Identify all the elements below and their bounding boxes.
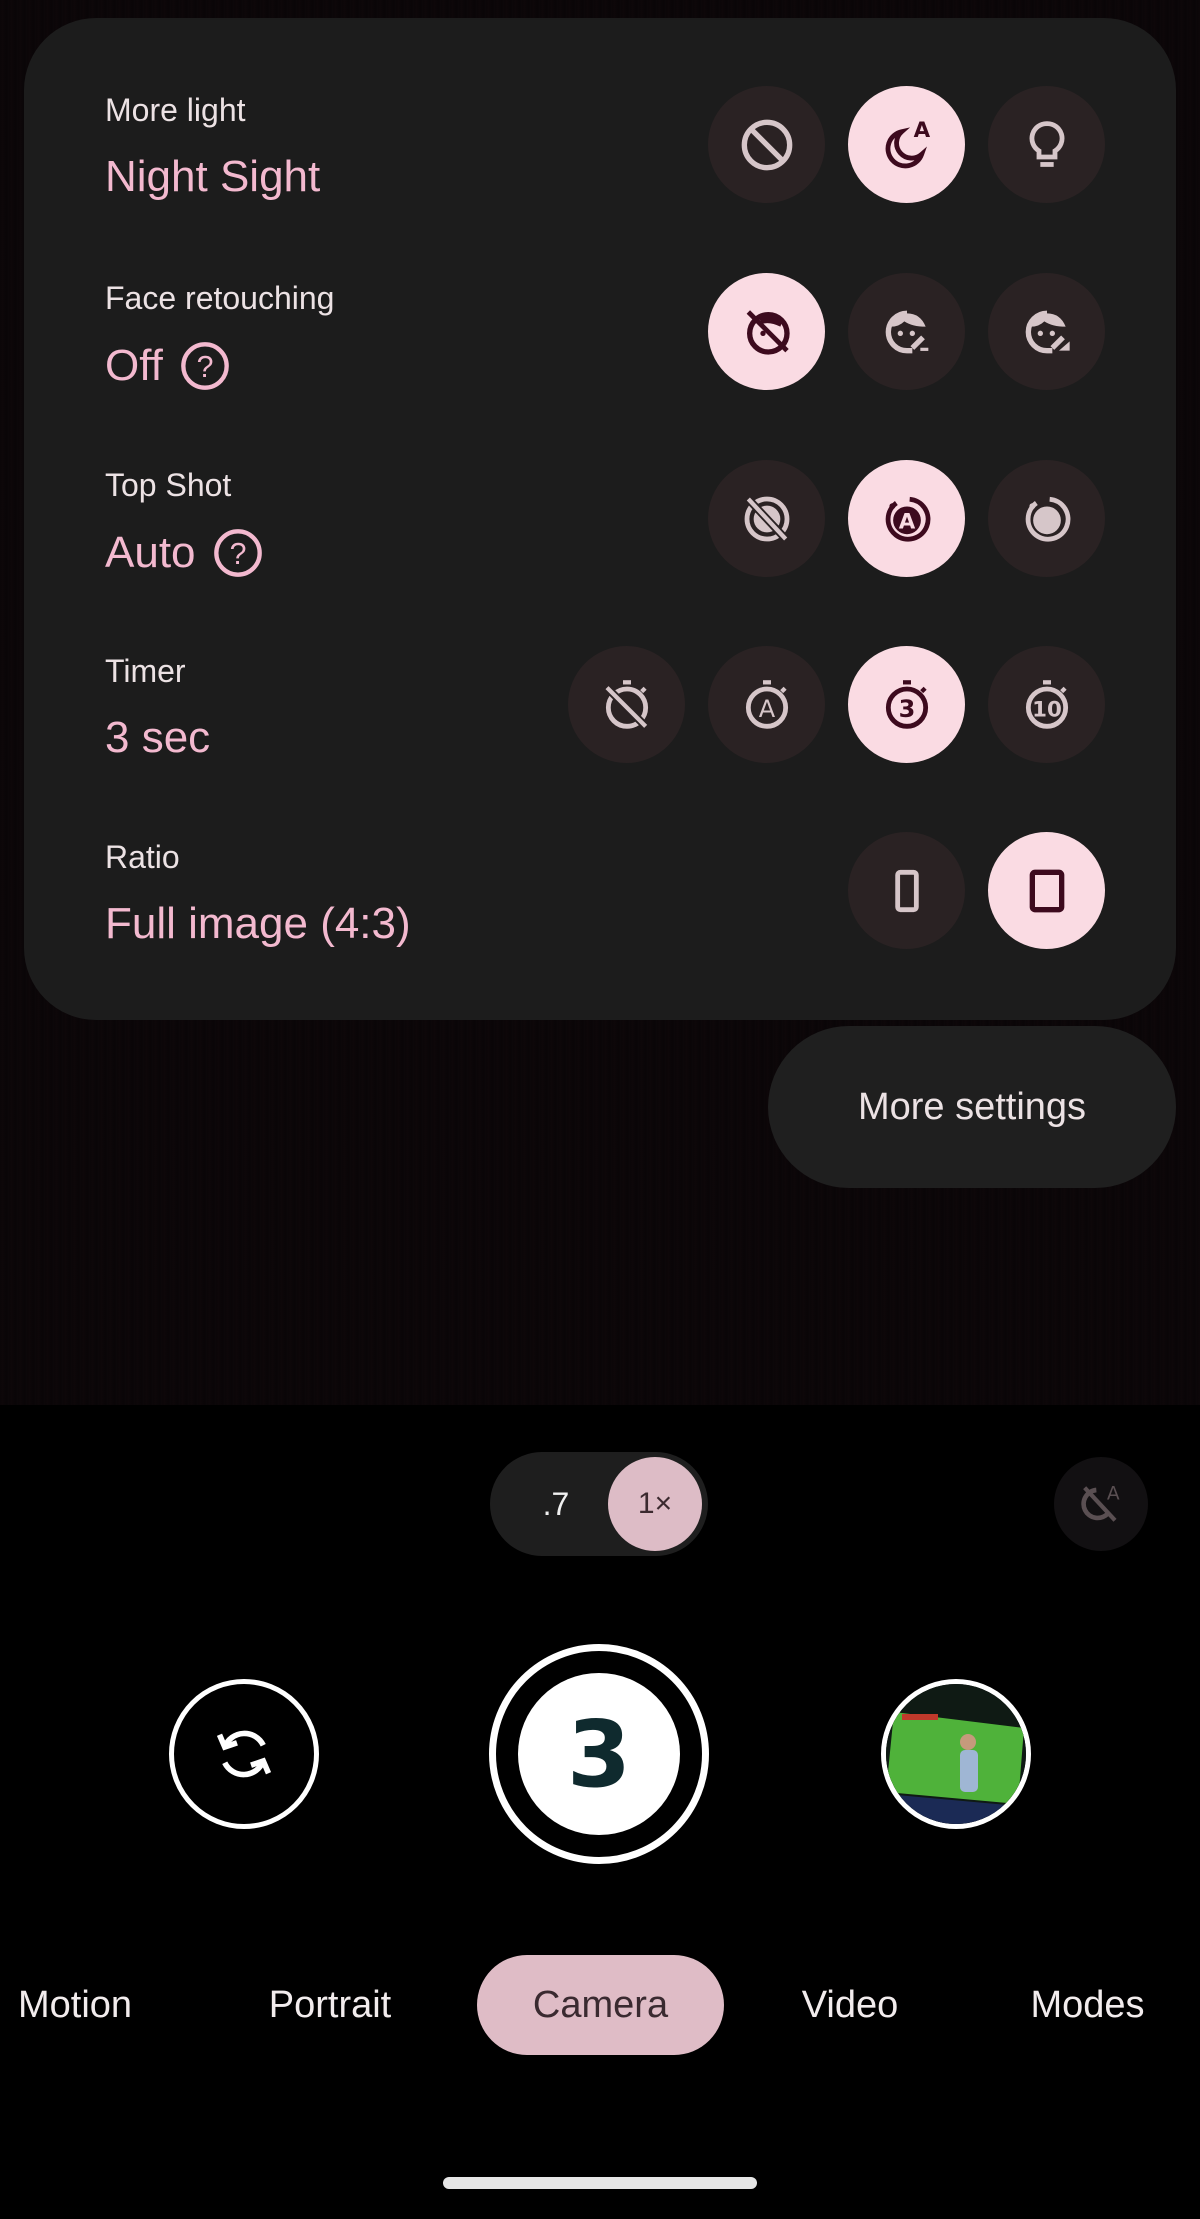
face-retouching-value: Off ?	[105, 340, 231, 392]
top-shot-value: Auto ?	[105, 527, 264, 579]
gallery-thumbnail[interactable]	[881, 1679, 1031, 1829]
svg-text:A: A	[758, 695, 775, 723]
mode-tab-camera[interactable]: Camera	[477, 1955, 724, 2055]
flip-camera-icon	[216, 1730, 272, 1778]
ratio-label: Ratio	[105, 839, 180, 875]
shutter-countdown: 3	[518, 1673, 680, 1835]
more-light-off-button[interactable]	[708, 86, 825, 203]
top-shot-auto-button[interactable]: A	[848, 460, 965, 577]
more-settings-button[interactable]: More settings	[768, 1026, 1176, 1188]
top-shot-label: Top Shot	[105, 467, 232, 503]
torch-button[interactable]	[988, 86, 1105, 203]
zoom-0.7x-button[interactable]: .7	[516, 1452, 596, 1556]
top-shot-off-button[interactable]	[708, 460, 825, 577]
face-retouching-off-icon	[746, 309, 790, 355]
svg-text:10: 10	[1032, 697, 1062, 722]
svg-text:A: A	[898, 509, 915, 534]
lightbulb-icon	[1029, 120, 1064, 167]
timer-auto-icon: A	[745, 679, 788, 729]
ratio-wide-icon	[894, 869, 919, 912]
home-indicator[interactable]	[443, 2177, 757, 2189]
more-light-value: Night Sight	[105, 152, 320, 202]
help-icon[interactable]: ?	[179, 340, 231, 392]
motion-photo-auto-icon: A	[885, 496, 930, 542]
more-light-value-text: Night Sight	[105, 152, 321, 201]
timer-10-icon: 10	[1025, 679, 1068, 729]
svg-text:?: ?	[229, 538, 246, 571]
zoom-selector: .7 1×	[490, 1452, 708, 1556]
ratio-value-text: Full image (4:3)	[105, 899, 411, 948]
night-sight-auto-button[interactable]: A	[848, 86, 965, 203]
face-retouching-value-text: Off	[105, 341, 163, 390]
timer-3-button[interactable]: 3	[848, 646, 965, 763]
mode-tab-portrait[interactable]: Portrait	[240, 1955, 420, 2055]
face-retouching-smooth-button[interactable]	[988, 273, 1105, 390]
svg-text:A: A	[1107, 1483, 1120, 1504]
face-retouching-off-button[interactable]	[708, 273, 825, 390]
block-icon	[741, 119, 792, 170]
mode-tab-motion[interactable]: Motion	[0, 1955, 150, 2055]
ratio-value: Full image (4:3)	[105, 899, 411, 949]
face-retouching-smooth-icon	[1025, 310, 1070, 353]
motion-photo-on-icon	[1025, 496, 1070, 542]
face-retouching-subtle-button[interactable]	[848, 273, 965, 390]
flash-button[interactable]: A	[1054, 1457, 1148, 1551]
mode-tab-modes[interactable]: Modes	[1005, 1955, 1170, 2055]
night-sight-auto-icon: A	[885, 118, 930, 168]
mode-tab-video[interactable]: Video	[775, 1955, 925, 2055]
svg-text:?: ?	[196, 351, 213, 384]
face-retouching-label: Face retouching	[105, 280, 335, 316]
timer-10-button[interactable]: 10	[988, 646, 1105, 763]
switch-camera-button[interactable]	[169, 1679, 319, 1829]
face-retouching-subtle-icon	[885, 310, 928, 353]
timer-value-text: 3 sec	[105, 713, 211, 762]
shutter-button[interactable]: 3	[489, 1644, 709, 1864]
timer-auto-button[interactable]: A	[708, 646, 825, 763]
more-light-label: More light	[105, 92, 246, 128]
top-shot-on-button[interactable]	[988, 460, 1105, 577]
flash-auto-off-icon: A	[1081, 1483, 1120, 1522]
ratio-full-button[interactable]	[988, 832, 1105, 949]
svg-text:A: A	[913, 118, 930, 143]
last-photo-preview	[886, 1684, 1026, 1824]
ratio-full-icon	[1029, 869, 1064, 912]
timer-label: Timer	[105, 653, 186, 689]
timer-value: 3 sec	[105, 713, 210, 763]
timer-off-button[interactable]	[568, 646, 685, 763]
timer-off-icon	[603, 679, 648, 729]
motion-photo-off-icon	[744, 495, 789, 542]
timer-3-icon: 3	[885, 679, 928, 729]
ratio-wide-button[interactable]	[848, 832, 965, 949]
help-icon[interactable]: ?	[212, 527, 264, 579]
zoom-1x-button[interactable]: 1×	[608, 1457, 702, 1551]
svg-text:3: 3	[898, 695, 915, 723]
top-shot-value-text: Auto	[105, 528, 196, 577]
